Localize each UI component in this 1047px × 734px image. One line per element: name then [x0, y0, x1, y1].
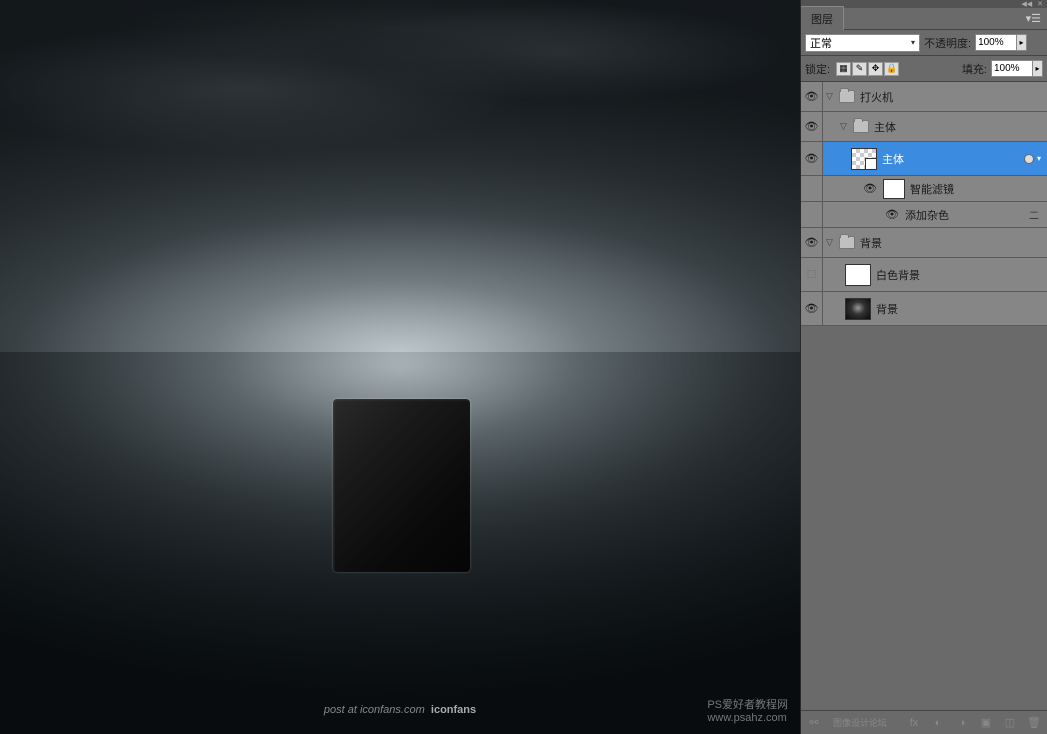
watermark-corner: PS爱好者教程网 www.psahz.com	[707, 696, 788, 724]
lock-label: 锁定:	[805, 61, 830, 77]
layer-group-background[interactable]: 👁 ▽ 背景	[801, 228, 1047, 258]
layer-thumbnail-smart[interactable]	[851, 148, 877, 170]
eye-icon[interactable]: 👁	[805, 236, 819, 249]
folder-icon	[839, 90, 855, 103]
blend-mode-dropdown[interactable]: 正常▾	[805, 34, 920, 52]
lighter-rectangle-shape	[333, 399, 470, 572]
opacity-label: 不透明度:	[924, 35, 971, 51]
disclosure-triangle-icon[interactable]: ▽	[826, 91, 836, 102]
clouds-overlay	[0, 0, 800, 352]
chevron-down-icon[interactable]: ▾	[1037, 154, 1041, 163]
panel-blend-row: 正常▾ 不透明度: 100% ▸	[801, 30, 1047, 56]
panel-tabs-bar: 图层 ▾☰	[801, 8, 1047, 30]
adjustment-layer-icon[interactable]: ◑	[953, 715, 971, 731]
panel-lock-row: 锁定: ▦ ✎ ✥ 🔒 填充: 100% ▸	[801, 56, 1047, 82]
folder-icon	[853, 120, 869, 133]
disclosure-triangle-icon[interactable]: ▽	[826, 237, 836, 248]
close-x-icon: ✕	[1037, 0, 1043, 8]
new-layer-icon[interactable]: ◫	[1001, 715, 1019, 731]
eye-icon[interactable]: 👁	[805, 120, 819, 133]
layers-panel-footer: ⚯ 图像设计论坛 fx ◐ ◑ ▣ ◫ 🗑	[801, 710, 1047, 734]
link-layers-icon[interactable]: ⚯	[805, 715, 823, 731]
layer-thumbnail[interactable]	[845, 298, 871, 320]
layer-group-lighter[interactable]: 👁 ▽ 打火机	[801, 82, 1047, 112]
watermark-center: post at iconfans.com iconfans	[324, 704, 476, 716]
layers-list[interactable]: 👁 ▽ 打火机 👁 ▽ 主体 👁 主体 ▾ 👁	[801, 82, 1047, 710]
lock-position-icon[interactable]: ✥	[868, 62, 883, 76]
lock-all-icon[interactable]: 🔒	[884, 62, 899, 76]
opacity-stepper-icon[interactable]: ▸	[1017, 34, 1027, 51]
fill-label: 填充:	[962, 61, 987, 77]
eye-icon[interactable]: 👁	[863, 182, 877, 195]
layer-body-selected[interactable]: 👁 主体 ▾	[801, 142, 1047, 176]
eye-icon[interactable]: 👁	[805, 90, 819, 103]
layers-panel: ◀◀ ✕ 图层 ▾☰ 正常▾ 不透明度: 100% ▸ 锁定: ▦ ✎ ✥ 🔒 …	[800, 0, 1047, 734]
folder-icon	[839, 236, 855, 249]
fill-input[interactable]: 100%	[991, 60, 1033, 77]
layer-group-body[interactable]: 👁 ▽ 主体	[801, 112, 1047, 142]
eye-icon[interactable]: 👁	[805, 302, 819, 315]
fx-icon[interactable]: fx	[905, 715, 923, 731]
fill-stepper-icon[interactable]: ▸	[1033, 60, 1043, 77]
layer-background[interactable]: 👁 背景	[801, 292, 1047, 326]
eye-icon[interactable]: ☐	[807, 268, 817, 281]
footer-watermark-text: 图像设计论坛	[833, 716, 887, 729]
mask-icon[interactable]: ◐	[929, 715, 947, 731]
eye-icon[interactable]: 👁	[805, 152, 819, 165]
lock-pixels-icon[interactable]: ✎	[852, 62, 867, 76]
filter-options-icon[interactable]: ⼆	[1029, 207, 1039, 222]
eye-icon[interactable]: 👁	[885, 208, 899, 221]
filter-mask-thumbnail[interactable]	[883, 179, 905, 199]
new-group-icon[interactable]: ▣	[977, 715, 995, 731]
lock-transparency-icon[interactable]: ▦	[836, 62, 851, 76]
collapse-arrows-icon: ◀◀	[1021, 0, 1032, 8]
opacity-input[interactable]: 100%	[975, 34, 1017, 51]
layer-white-background[interactable]: ☐ 白色背景	[801, 258, 1047, 292]
smart-filters-header[interactable]: 👁 智能滤镜	[801, 176, 1047, 202]
panel-menu-icon[interactable]: ▾☰	[1020, 12, 1047, 25]
disclosure-triangle-icon[interactable]: ▽	[840, 121, 850, 132]
layer-thumbnail[interactable]	[845, 264, 871, 286]
filter-indicator-icon[interactable]	[1024, 154, 1034, 164]
tab-layers[interactable]: 图层	[801, 6, 844, 31]
filter-add-noise[interactable]: 👁 添加杂色 ⼆	[801, 202, 1047, 228]
delete-layer-icon[interactable]: 🗑	[1025, 715, 1043, 731]
canvas-viewport[interactable]: post at iconfans.com iconfans PS爱好者教程网 w…	[0, 0, 800, 734]
chevron-down-icon: ▾	[911, 38, 915, 47]
